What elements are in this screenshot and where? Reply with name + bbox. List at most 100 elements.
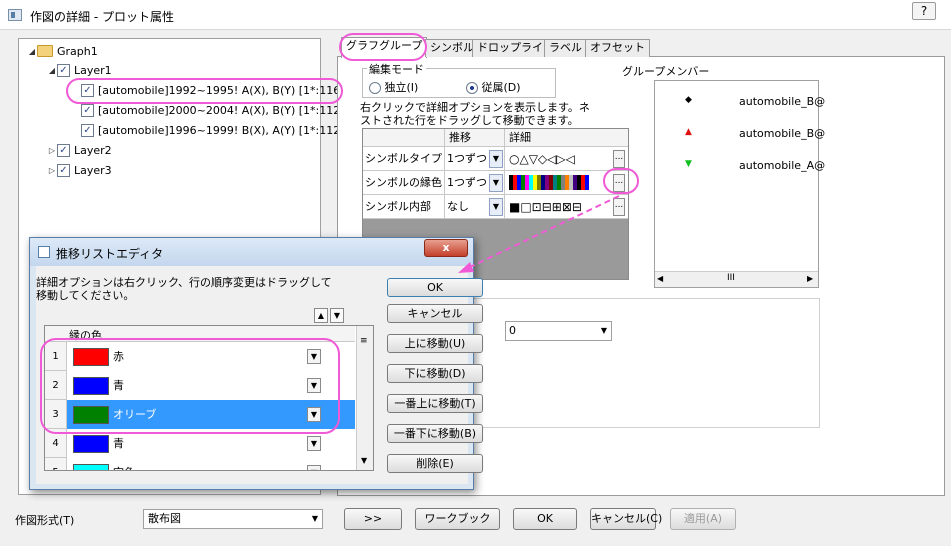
member-name: automobile_B@ <box>739 95 826 108</box>
combo-value: 散布図 <box>148 512 181 525</box>
grid-row-symbol-type[interactable]: シンボルタイプ 1つずつ ▼ ○△▽◇◁▷◁ ... <box>363 147 628 171</box>
scroll-thumb[interactable]: ≡ <box>360 336 368 346</box>
color-swatch <box>73 348 109 366</box>
collapse-icon[interactable]: ▷ <box>47 166 57 175</box>
move-down-button[interactable]: 下に移動(D) <box>387 364 483 383</box>
chevron-down-icon[interactable]: ▼ <box>307 349 321 364</box>
radio-dependent[interactable]: 従属(D) <box>466 79 521 95</box>
tree-node-layer3[interactable]: ▷ ✓ Layer3 <box>47 161 112 179</box>
table-row[interactable]: 4 青 ▼ <box>45 429 355 458</box>
color-swatch <box>73 377 109 395</box>
plot2-checkbox[interactable]: ✓ <box>81 103 94 117</box>
chevron-down-icon[interactable]: ▼ <box>489 150 503 168</box>
apply-button[interactable]: 適用(A) <box>670 508 736 530</box>
plot3-checkbox[interactable]: ✓ <box>81 123 94 137</box>
grid-row-detail <box>505 171 628 195</box>
radio-independent[interactable]: 独立(I) <box>369 79 418 95</box>
list-item[interactable]: ▲ automobile_B@ <box>655 123 825 143</box>
grid-row-label: シンボルの縁色 <box>363 171 445 195</box>
color-swatch <box>73 435 109 453</box>
tree-node-plot-2[interactable]: ✓ [automobile]2000~2004! A(X), B(Y) [1*:… <box>81 101 340 119</box>
scroll-down-icon[interactable]: ▼ <box>361 456 367 465</box>
tree-node-plot-3[interactable]: ✓ [automobile]1996~1999! B(X), A(Y) [1*:… <box>81 121 340 139</box>
collapse-icon[interactable]: ▷ <box>47 146 57 155</box>
chevron-down-icon[interactable]: ▼ <box>307 436 321 451</box>
vertical-scrollbar[interactable]: ≡ ▼ <box>356 326 373 470</box>
sort-up-icon[interactable]: ▲ <box>314 308 328 323</box>
tab-offset[interactable]: オフセット <box>585 39 650 57</box>
chevron-down-icon[interactable]: ▼ <box>489 174 503 192</box>
dialog-cancel-button[interactable]: キャンセル <box>387 304 483 323</box>
scroll-thumb[interactable]: III <box>727 273 735 283</box>
cancel-button[interactable]: キャンセル(C) <box>590 508 662 530</box>
combo-value: 0 <box>509 324 516 337</box>
tab-graph-group[interactable]: グラフグループ <box>341 37 428 58</box>
chevron-down-icon[interactable]: ▼ <box>312 510 318 528</box>
triangle-down-icon: ▼ <box>685 159 692 169</box>
tab-label[interactable]: ラベル <box>544 39 587 57</box>
list-item[interactable]: ▼ automobile_A@ <box>655 155 825 175</box>
scroll-right-icon[interactable]: ▶ <box>807 274 813 283</box>
color-rows[interactable]: 1 赤 ▼ 2 青 ▼ 3 オリーブ ▼ 4 青 ▼ 5 空色 ▼ <box>45 342 355 470</box>
grid-row-symbol-interior[interactable]: シンボル内部 なし ▼ ■□⊡⊟⊞⊠⊟ ... <box>363 195 628 219</box>
chevron-down-icon[interactable]: ▼ <box>307 465 321 470</box>
plot-type-combo[interactable]: 散布図 ▼ <box>143 509 323 529</box>
move-up-button[interactable]: 上に移動(U) <box>387 334 483 353</box>
tree-node-layer1[interactable]: ◢ ✓ Layer1 <box>47 61 112 79</box>
plot1-checkbox[interactable]: ✓ <box>81 83 94 97</box>
list-item[interactable]: ◆ automobile_B@ <box>655 91 825 111</box>
horizontal-scrollbar[interactable]: ◀ III ▶ <box>655 271 818 287</box>
dialog-ok-button[interactable]: OK <box>387 278 483 297</box>
grid-header-detail: 詳細 <box>509 131 531 144</box>
expand-icon[interactable]: ◢ <box>47 66 57 75</box>
table-row[interactable]: 5 空色 ▼ <box>45 458 355 470</box>
grid-row-detail: ■□⊡⊟⊞⊠⊟ <box>509 200 582 214</box>
diamond-icon: ◆ <box>685 95 692 105</box>
ok-button[interactable]: OK <box>513 508 577 530</box>
delete-button[interactable]: 削除(E) <box>387 454 483 473</box>
workbook-button[interactable]: ワークブック <box>415 508 500 530</box>
group-members-list[interactable]: ◆ automobile_B@ ▲ automobile_B@ ▼ automo… <box>654 80 825 288</box>
color-list[interactable]: 縁の色 1 赤 ▼ 2 青 ▼ 3 オリーブ ▼ 4 青 ▼ 5 空色 ▼ ≡ ▼ <box>44 325 374 471</box>
tree-label: Layer3 <box>74 163 112 177</box>
help-button[interactable]: ? <box>912 2 936 20</box>
move-top-button[interactable]: 一番上に移動(T) <box>387 394 483 413</box>
edit-mode-legend: 編集モード <box>367 61 426 77</box>
close-icon[interactable]: x <box>424 239 468 257</box>
column-header: 縁の色 <box>69 329 102 342</box>
tree-node-layer2[interactable]: ▷ ✓ Layer2 <box>47 141 112 159</box>
table-row[interactable]: 3 オリーブ ▼ <box>45 400 355 429</box>
layer2-checkbox[interactable]: ✓ <box>57 143 70 157</box>
edge-color-more-button[interactable]: ... <box>613 174 625 192</box>
chevron-down-icon[interactable]: ▼ <box>489 198 503 216</box>
hint-text: 右クリックで詳細オプションを表示します。ネストされた行をドラッグして移動できます… <box>360 101 590 127</box>
color-name: 赤 <box>113 350 124 363</box>
layer1-checkbox[interactable]: ✓ <box>57 63 70 77</box>
expand-button[interactable]: >> <box>344 508 402 530</box>
tree-node-graph1[interactable]: ◢ Graph1 <box>27 42 98 60</box>
tree-node-plot-1[interactable]: ✓ [automobile]1992~1995! A(X), B(Y) [1*:… <box>81 81 340 99</box>
folder-icon <box>37 45 53 57</box>
layer3-checkbox[interactable]: ✓ <box>57 163 70 177</box>
table-row[interactable]: 2 青 ▼ <box>45 371 355 400</box>
tree-label: [automobile]2000~2004! A(X), B(Y) [1*:11… <box>98 103 341 117</box>
row-number: 1 <box>45 342 67 371</box>
symbol-type-more-button[interactable]: ... <box>613 150 625 168</box>
dialog-title-bar: 推移リストエディタ x <box>30 238 473 266</box>
row-number: 4 <box>45 429 67 458</box>
interior-more-button[interactable]: ... <box>613 198 625 216</box>
chevron-down-icon[interactable]: ▼ <box>601 322 607 340</box>
radio-dependent-dot[interactable] <box>466 82 478 94</box>
sort-down-icon[interactable]: ▼ <box>330 308 344 323</box>
radio-independent-dot[interactable] <box>369 82 381 94</box>
scroll-left-icon[interactable]: ◀ <box>657 274 663 283</box>
grid-row-edge-color[interactable]: シンボルの縁色 1つずつ ▼ ... <box>363 171 628 195</box>
app-icon <box>8 9 22 21</box>
chevron-down-icon[interactable]: ▼ <box>307 378 321 393</box>
chevron-down-icon[interactable]: ▼ <box>307 407 321 422</box>
tab-symbol[interactable]: シンボル <box>425 39 479 57</box>
table-row[interactable]: 1 赤 ▼ <box>45 342 355 371</box>
expand-icon[interactable]: ◢ <box>27 47 37 56</box>
start-index-combo[interactable]: 0 ▼ <box>505 321 612 341</box>
move-bottom-button[interactable]: 一番下に移動(B) <box>387 424 483 443</box>
